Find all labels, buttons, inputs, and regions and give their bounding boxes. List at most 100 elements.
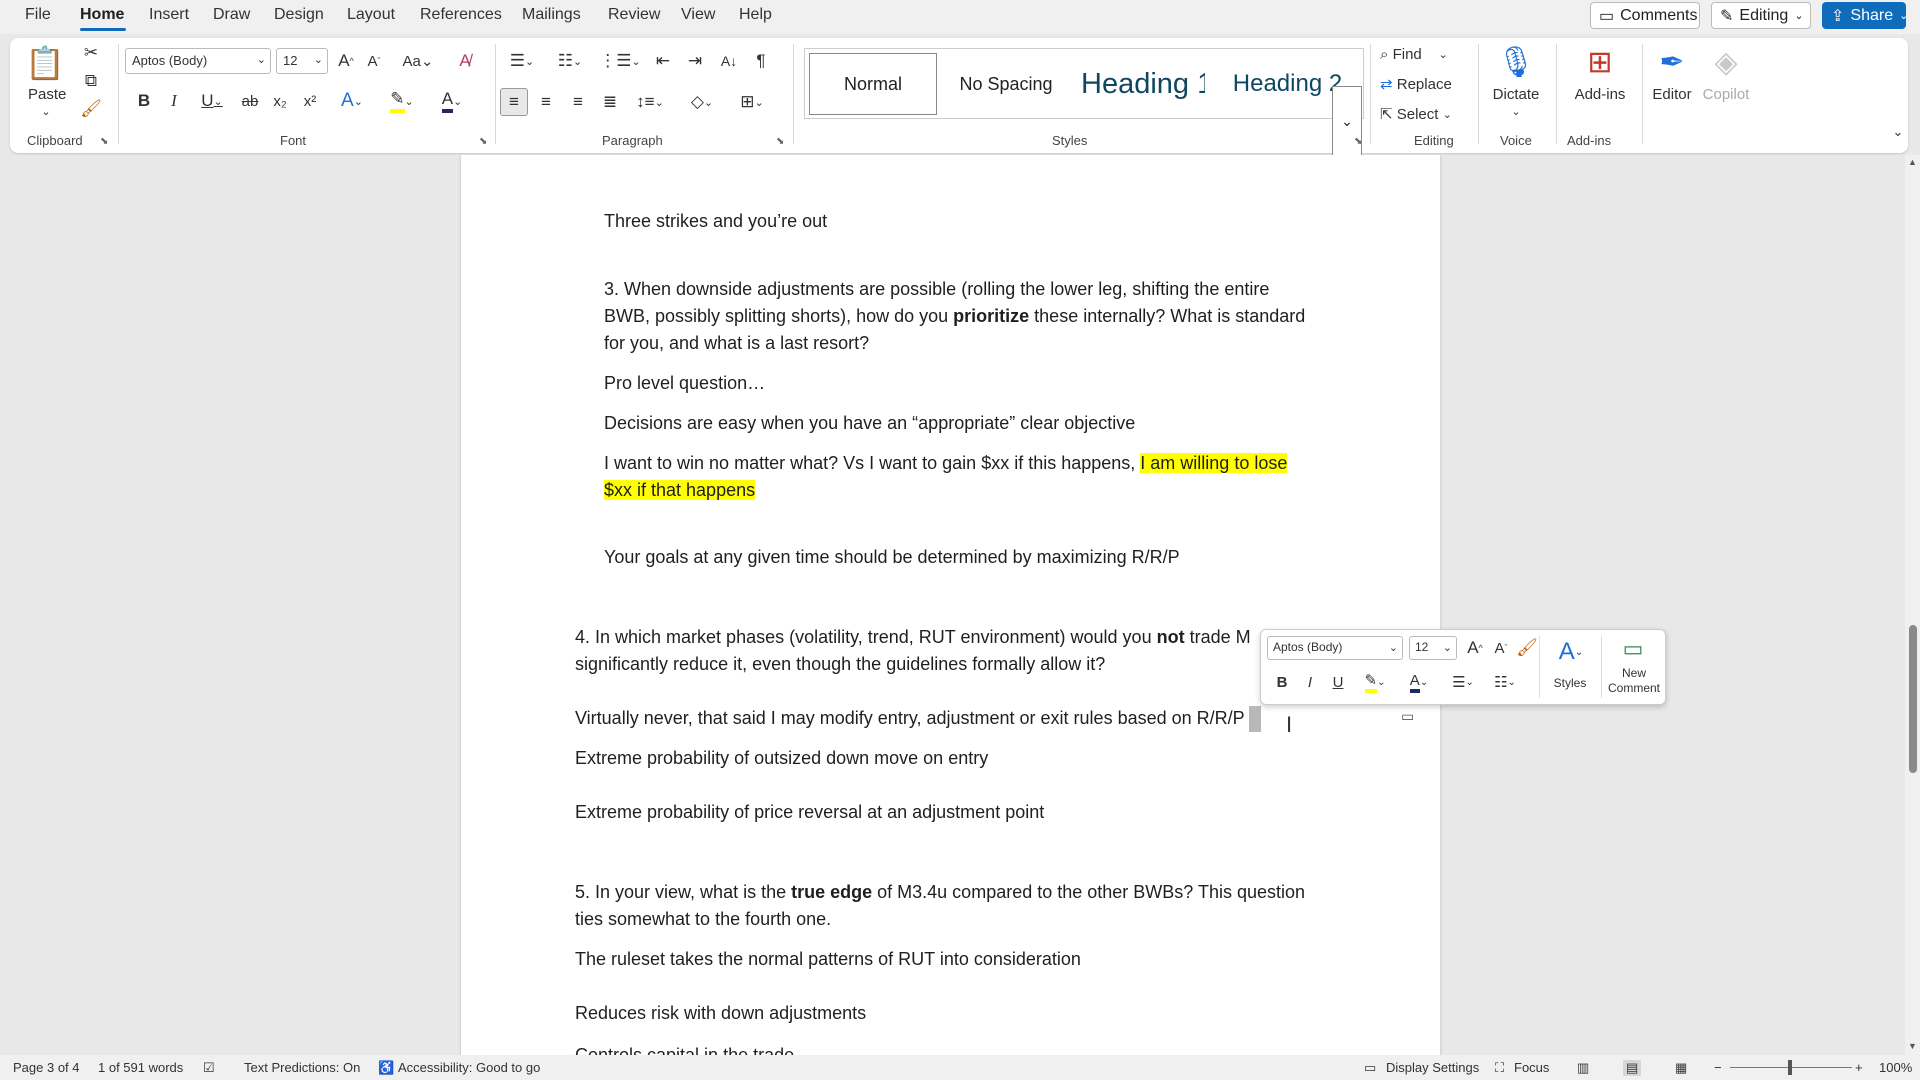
strikethrough-icon[interactable]: ab [238,88,262,114]
multilevel-list-icon[interactable]: ⋮☰ ⌄ [599,48,640,74]
word-count[interactable]: 1 of 591 words [98,1060,183,1075]
share-button[interactable]: ⇪ Share ⌄ [1822,2,1908,29]
document-page[interactable]: Three strikes and you’re out 3. When dow… [461,155,1440,1055]
copy-icon[interactable]: ⧉ [80,70,102,92]
mini-italic-icon[interactable]: I [1299,670,1321,694]
proofing-icon[interactable]: ☑ [203,1060,215,1076]
mini-shrink-font-icon[interactable]: Aˇ [1489,636,1513,660]
decrease-indent-icon[interactable]: ⇤ [650,48,676,74]
italic-icon[interactable]: I [162,88,186,114]
paragraph[interactable]: Three strikes and you’re out [604,208,827,235]
paragraph[interactable]: Decisions are easy when you have an “app… [604,410,1135,437]
menu-layout[interactable]: Layout [347,6,395,24]
mini-bold-icon[interactable]: B [1271,670,1293,694]
sort-icon[interactable]: A↓ [716,48,742,74]
font-name-dropdown[interactable]: Aptos (Body) ⌄ [125,48,271,74]
borders-icon[interactable]: ⊞ ⌄ [732,88,772,116]
paragraph[interactable]: 4. In which market phases (volatility, t… [575,624,1265,651]
paragraph[interactable]: ties somewhat to the fourth one. [575,906,831,933]
add-ins-icon[interactable]: ⊞ [1580,42,1620,82]
paragraph[interactable]: Pro level question… [604,370,765,397]
justify-icon[interactable]: ≣ [596,88,624,116]
mini-bullets-icon[interactable]: ☰ ⌄ [1443,670,1483,694]
microphone-icon[interactable]: 🎙 [1494,40,1538,84]
change-case-button[interactable]: Aa ⌄ [398,48,438,74]
display-settings-button[interactable]: Display Settings [1386,1060,1479,1075]
menu-review[interactable]: Review [608,6,660,24]
editing-mode-button[interactable]: ✎ Editing ⌄ [1711,2,1811,29]
paragraph[interactable]: Controls capital in the trade [575,1042,794,1055]
paragraph[interactable]: Your goals at any given time should be d… [604,544,1180,571]
paste-icon[interactable]: 📋 [25,42,65,84]
new-comment-icon[interactable]: ▭ [1615,634,1651,664]
style-heading-1[interactable]: Heading 1 [1073,53,1213,115]
clear-formatting-icon[interactable]: A̸ [452,48,478,74]
zoom-slider-thumb[interactable] [1788,1060,1792,1075]
font-color-icon[interactable]: A ⌄ [430,88,474,114]
paste-button[interactable]: Paste [28,86,66,103]
paragraph[interactable]: Reduces risk with down adjustments [575,1000,866,1027]
styles-launcher-icon[interactable]: ⬊ [1354,136,1362,147]
menu-view[interactable]: View [681,6,715,24]
menu-mailings[interactable]: Mailings [522,6,581,24]
paragraph[interactable]: significantly reduce it, even though the… [575,651,1105,678]
editor-button[interactable]: Editor [1646,86,1698,103]
text-predictions-status[interactable]: Text Predictions: On [244,1060,360,1075]
mini-font-color-icon[interactable]: A ⌄ [1399,670,1439,694]
mini-font-name-dropdown[interactable]: Aptos (Body) ⌄ [1267,636,1403,660]
mini-grow-font-icon[interactable]: A ^ [1463,636,1487,660]
format-painter-icon[interactable]: 🖌 [80,98,102,120]
scroll-up-icon[interactable]: ▲ [1908,157,1917,167]
new-comment-button[interactable]: New Comment [1603,666,1665,696]
focus-button[interactable]: Focus [1514,1060,1549,1075]
mini-highlight-icon[interactable]: ✎ ⌄ [1355,670,1395,694]
align-right-icon[interactable]: ≡ [564,88,592,116]
comments-button[interactable]: ▭ Comments [1590,2,1700,29]
menu-draw[interactable]: Draw [213,6,250,24]
scroll-down-icon[interactable]: ▼ [1908,1041,1917,1051]
print-layout-icon[interactable]: ▤ [1623,1060,1642,1076]
style-no-spacing[interactable]: No Spacing [941,53,1071,115]
menu-references[interactable]: References [420,6,502,24]
paragraph-launcher-icon[interactable]: ⬊ [776,136,784,147]
mini-numbering-icon[interactable]: ☷ ⌄ [1485,670,1525,694]
underline-icon[interactable]: U ⌄ [192,88,232,114]
style-normal[interactable]: Normal [809,53,937,115]
add-ins-button[interactable]: Add-ins [1566,86,1634,103]
dictate-button[interactable]: Dictate [1488,86,1544,103]
subscript-icon[interactable]: x₂ [268,88,292,114]
mini-format-painter-icon[interactable]: 🖌 [1515,636,1539,660]
clipboard-launcher-icon[interactable]: ⬊ [100,136,108,147]
mini-styles-button[interactable]: Styles [1545,676,1595,690]
zoom-in-icon[interactable]: + [1855,1060,1863,1075]
paragraph[interactable]: 5. In your view, what is the true edge o… [575,879,1305,906]
zoom-out-icon[interactable]: − [1714,1060,1722,1075]
shrink-font-icon[interactable]: Aˇ [362,48,386,74]
line-spacing-icon[interactable]: ↕≡ ⌄ [630,88,670,116]
select-button[interactable]: ⇱ Select ⌄ [1380,102,1480,126]
find-button[interactable]: ⌕ Find ⌄ [1380,42,1480,66]
shading-icon[interactable]: ◇ ⌄ [682,88,722,116]
menu-insert[interactable]: Insert [149,6,189,24]
menu-home[interactable]: Home [80,6,124,24]
vertical-scrollbar[interactable]: ▲ ▼ [1905,155,1920,1055]
grow-font-icon[interactable]: A ^ [334,48,358,74]
paragraph[interactable]: Extreme probability of price reversal at… [575,799,1044,826]
show-formatting-icon[interactable]: ¶ [748,48,774,74]
paragraph[interactable]: The ruleset takes the normal patterns of… [575,946,1081,973]
menu-design[interactable]: Design [274,6,324,24]
replace-button[interactable]: ⇄ Replace [1380,72,1480,96]
font-launcher-icon[interactable]: ⬊ [479,136,487,147]
cut-icon[interactable]: ✂ [80,42,102,64]
scroll-thumb[interactable] [1909,625,1917,773]
paragraph[interactable]: I want to win no matter what? Vs I want … [604,450,1288,477]
mini-styles-icon[interactable]: A ⌄ [1549,634,1593,670]
chevron-down-icon[interactable]: ⌄ [1508,104,1524,118]
mini-underline-icon[interactable]: U [1327,670,1349,694]
text-effects-icon[interactable]: A ⌄ [332,88,372,114]
bullets-icon[interactable]: ☰ ⌄ [502,48,542,74]
paragraph[interactable]: Extreme probability of outsized down mov… [575,745,988,772]
mini-font-size-dropdown[interactable]: 12 ⌄ [1409,636,1457,660]
page-count[interactable]: Page 3 of 4 [13,1060,80,1075]
align-left-icon[interactable]: ≡ [500,88,528,116]
